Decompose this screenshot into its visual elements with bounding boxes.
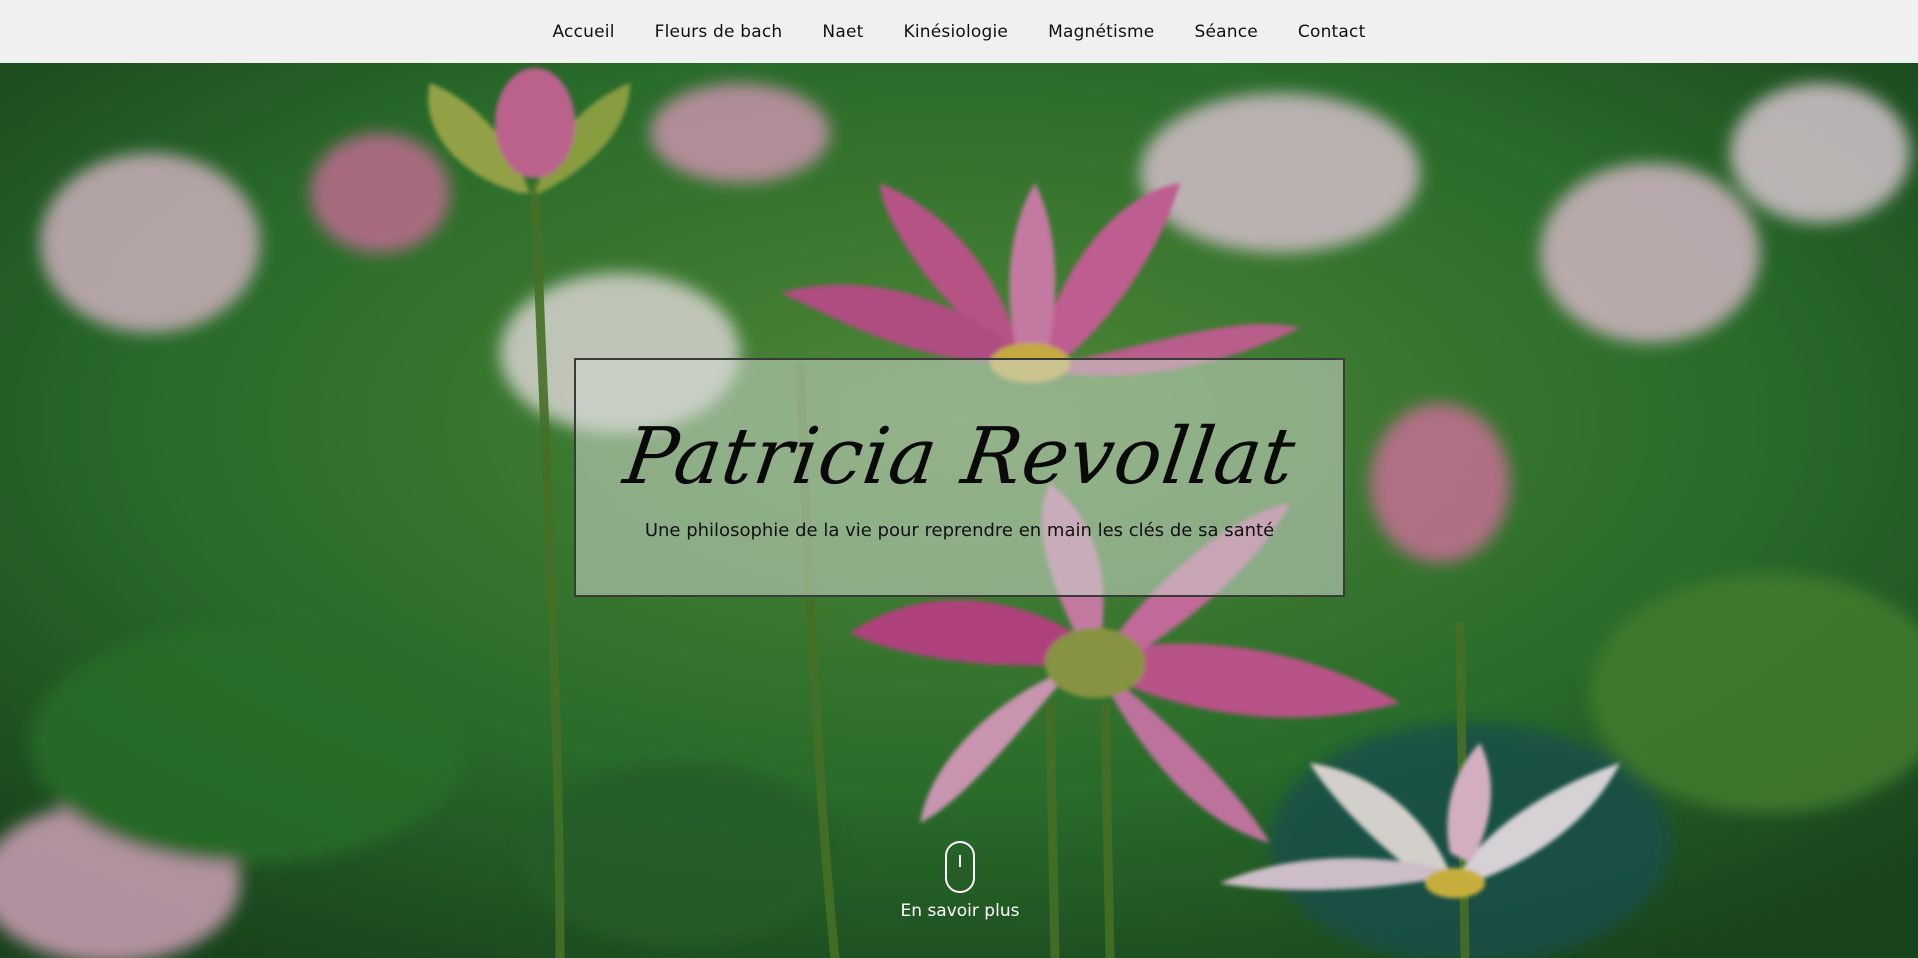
mouse-scroll-icon <box>945 841 975 893</box>
nav-list: Accueil Fleurs de bach Naet Kinésiologie… <box>533 22 1386 42</box>
hero-title-box: Patricia Revollat Une philosophie de la … <box>574 358 1345 597</box>
site-tagline: Une philosophie de la vie pour reprendre… <box>644 520 1275 541</box>
mouse-wheel-mark <box>959 855 961 867</box>
nav-item-naet[interactable]: Naet <box>822 22 863 42</box>
nav-item-magnetisme[interactable]: Magnétisme <box>1048 22 1154 42</box>
site-title: Patricia Revollat <box>618 412 1301 502</box>
hero-section: Patricia Revollat Une philosophie de la … <box>0 63 1918 958</box>
nav-item-accueil[interactable]: Accueil <box>553 22 615 42</box>
nav-item-contact[interactable]: Contact <box>1298 22 1366 42</box>
scroll-label: En savoir plus <box>900 901 1020 921</box>
nav-item-fleurs-de-bach[interactable]: Fleurs de bach <box>655 22 783 42</box>
nav-item-kinesiologie[interactable]: Kinésiologie <box>903 22 1008 42</box>
nav-item-seance[interactable]: Séance <box>1194 22 1257 42</box>
top-navigation: Accueil Fleurs de bach Naet Kinésiologie… <box>0 0 1918 63</box>
scroll-down-link[interactable]: En savoir plus <box>895 841 1025 921</box>
